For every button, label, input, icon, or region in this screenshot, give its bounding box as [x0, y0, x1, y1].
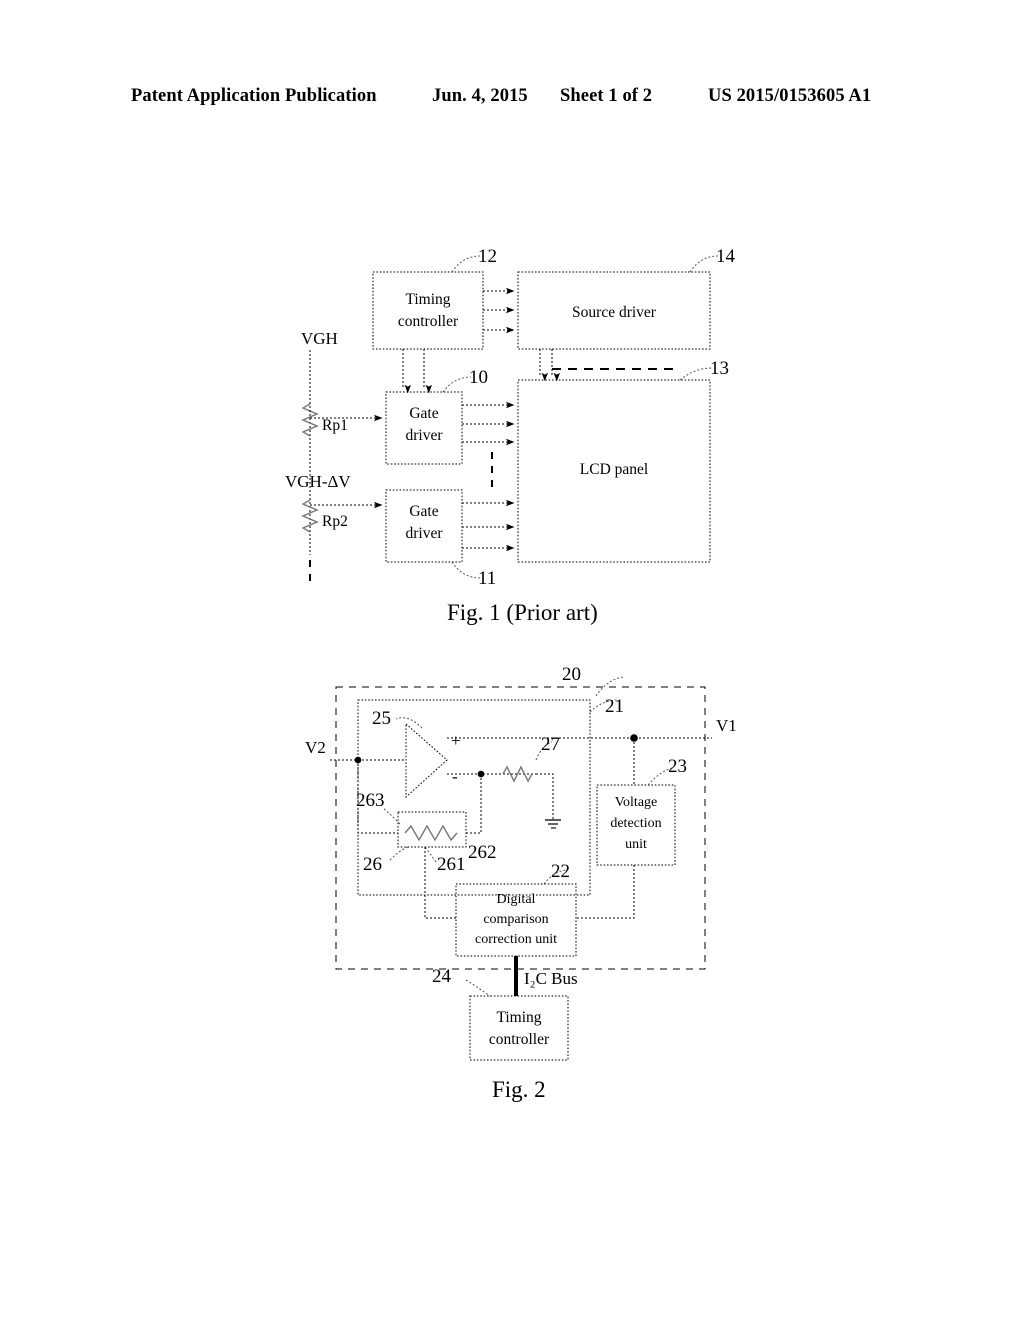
fig2-ground-icon [545, 819, 561, 829]
fig2-leader-261 [424, 846, 437, 863]
fig2-refnum-23: 23 [668, 756, 687, 777]
fig2-vdu-label-1: Voltage [615, 795, 658, 810]
fig2-refnum-21: 21 [605, 696, 624, 717]
fig2-group: 20 21 25 + - V2 V1 27 263 262 26 261 Dig… [305, 664, 737, 1061]
fig2-opamp-minus-sign: - [452, 767, 458, 786]
fig2-refnum-22: 22 [551, 861, 570, 882]
fig2-vdu-label-2: detection [610, 816, 661, 831]
fig2-refnum-27: 27 [541, 734, 560, 755]
fig2-refnum-262: 262 [468, 842, 497, 863]
fig2-resistor-261-symbol [404, 824, 458, 842]
fig2-tcon-label-1: Timing [496, 1009, 541, 1026]
patent-drawing-page: Patent Application Publication Jun. 4, 2… [0, 0, 1024, 1320]
fig2-refnum-263: 263 [356, 790, 385, 811]
fig2-timing-controller-box [469, 995, 569, 1061]
fig2-refnum-25: 25 [372, 708, 391, 729]
fig2-dcc-label-1: Digital [497, 892, 536, 907]
fig2-wire-r27-to-ground [536, 773, 554, 820]
fig2-refnum-20: 20 [562, 664, 581, 685]
figure-2-caption: Fig. 2 [492, 1077, 546, 1102]
fig2-dcc-label-2: comparison [483, 912, 548, 927]
fig2-wire-vdu-to-dcc [576, 865, 635, 919]
fig2-leader-26 [389, 846, 409, 861]
fig2-signal-v2: V2 [305, 738, 326, 757]
fig2-wire-r26-to-minus [466, 774, 482, 834]
fig2-refnum-261: 261 [437, 854, 466, 875]
figure-2-drawing: 20 21 25 + - V2 V1 27 263 262 26 261 Dig… [305, 664, 737, 1061]
fig2-leader-263 [382, 807, 401, 825]
fig2-vdu-label-3: unit [625, 837, 647, 852]
fig2-i2c-bus-label: I₂C Bus [524, 969, 578, 988]
fig2-signal-v1: V1 [716, 716, 737, 735]
fig2-opamp-triangle [405, 722, 448, 799]
fig2-dcc-label-3: correction unit [475, 932, 557, 947]
fig2-refnum-26: 26 [363, 854, 382, 875]
fig2-tcon-label-2: controller [489, 1031, 550, 1048]
fig2-opamp-plus-sign: + [451, 731, 461, 750]
fig2-leader-24 [465, 979, 491, 997]
fig2-refnum-24: 24 [432, 966, 452, 987]
